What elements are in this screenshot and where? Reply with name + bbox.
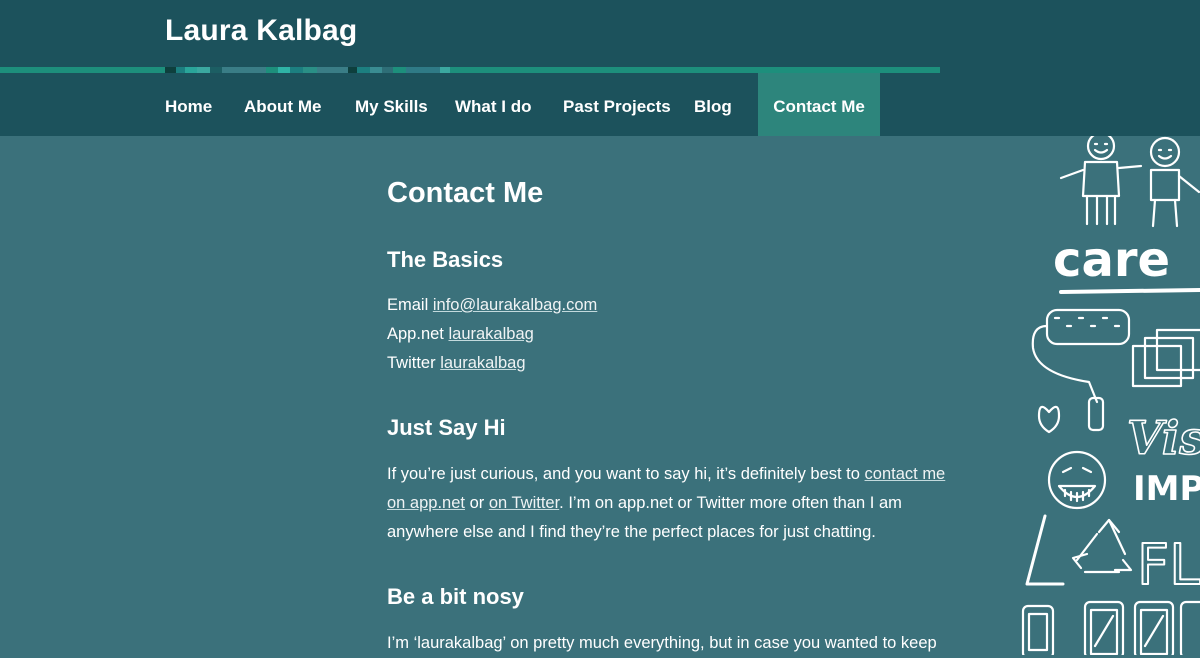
devices-icon	[1021, 600, 1200, 655]
appnet-label: App.net	[387, 325, 444, 343]
doodle-illustration: care Vis IMP FL	[1021, 136, 1200, 655]
email-row: Email info@laurakalbag.com	[387, 291, 947, 320]
basics-heading: The Basics	[387, 247, 504, 272]
basics-list: Email info@laurakalbag.com App.net laura…	[387, 291, 947, 378]
recycle-icon	[1071, 518, 1133, 574]
twitter-link[interactable]: laurakalbag	[440, 354, 525, 372]
site-title[interactable]: Laura Kalbag	[165, 14, 357, 48]
main-content: Contact Me The Basics Email info@lauraka…	[387, 150, 947, 658]
smiley-face-icon	[1047, 450, 1107, 510]
nav-blog[interactable]: Blog	[694, 73, 732, 136]
say-hi-heading: Just Say Hi	[387, 415, 506, 440]
say-hi-paragraph: If you’re just curious, and you want to …	[387, 460, 947, 547]
doodle-word-care: care	[1053, 232, 1170, 288]
page-title: Contact Me	[387, 177, 544, 209]
stick-figures-icon	[1059, 136, 1200, 228]
doodle-word-imp: IMP	[1133, 469, 1200, 509]
nav-contact-me[interactable]: Contact Me	[758, 73, 880, 136]
nosy-paragraph: I’m ‘laurakalbag’ on pretty much everyth…	[387, 634, 937, 652]
nav-home[interactable]: Home	[165, 73, 212, 136]
twitter-label: Twitter	[387, 354, 436, 372]
twitter-row: Twitter laurakalbag	[387, 349, 947, 378]
doodle-word-fl: FL	[1137, 533, 1200, 598]
main-nav: Home About Me My Skills What I do Past P…	[0, 73, 1200, 136]
heart-icon	[1037, 405, 1061, 434]
email-link[interactable]: info@laurakalbag.com	[433, 296, 597, 314]
letter-l-doodle	[1025, 514, 1065, 586]
nav-what-i-do[interactable]: What I do	[455, 73, 531, 136]
appnet-row: App.net laurakalbag	[387, 320, 947, 349]
paint-roller-icon	[1031, 308, 1131, 432]
site-header: Laura Kalbag Home About Me My Skills Wha…	[0, 0, 1200, 136]
paper-stack-icon	[1131, 328, 1200, 388]
say-hi-text-2: or	[465, 494, 489, 512]
say-hi-text-1: If you’re just curious, and you want to …	[387, 465, 865, 483]
nav-about-me[interactable]: About Me	[244, 73, 321, 136]
nav-my-skills[interactable]: My Skills	[355, 73, 428, 136]
email-label: Email	[387, 296, 429, 314]
appnet-link[interactable]: laurakalbag	[448, 325, 533, 343]
nosy-heading: Be a bit nosy	[387, 584, 524, 609]
contact-twitter-link[interactable]: on Twitter	[489, 494, 559, 512]
nav-past-projects[interactable]: Past Projects	[563, 73, 671, 136]
doodle-word-vis: Vis	[1127, 411, 1200, 465]
